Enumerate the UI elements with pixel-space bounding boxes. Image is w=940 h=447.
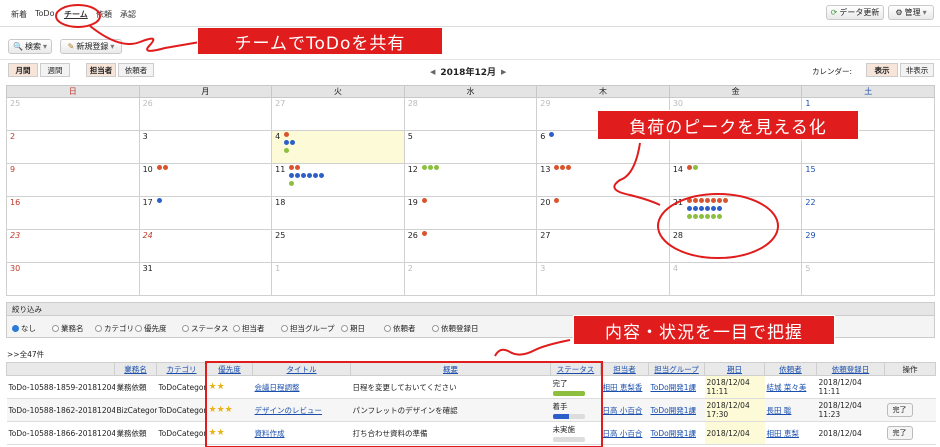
peak-callout-line bbox=[613, 142, 661, 206]
team-tab-highlight bbox=[55, 4, 101, 28]
annotation-overlay bbox=[55, 4, 779, 447]
detail-callout-line bbox=[494, 339, 571, 357]
callout-team-share: チームでToDoを共有 bbox=[197, 27, 443, 55]
detail-highlight bbox=[205, 361, 603, 447]
peak-highlight bbox=[657, 193, 779, 259]
callout-load-peak: 負荷のピークを見える化 bbox=[597, 110, 859, 140]
callout-at-a-glance: 内容・状況を一目で把握 bbox=[573, 315, 835, 345]
team-callout-line bbox=[89, 25, 201, 52]
